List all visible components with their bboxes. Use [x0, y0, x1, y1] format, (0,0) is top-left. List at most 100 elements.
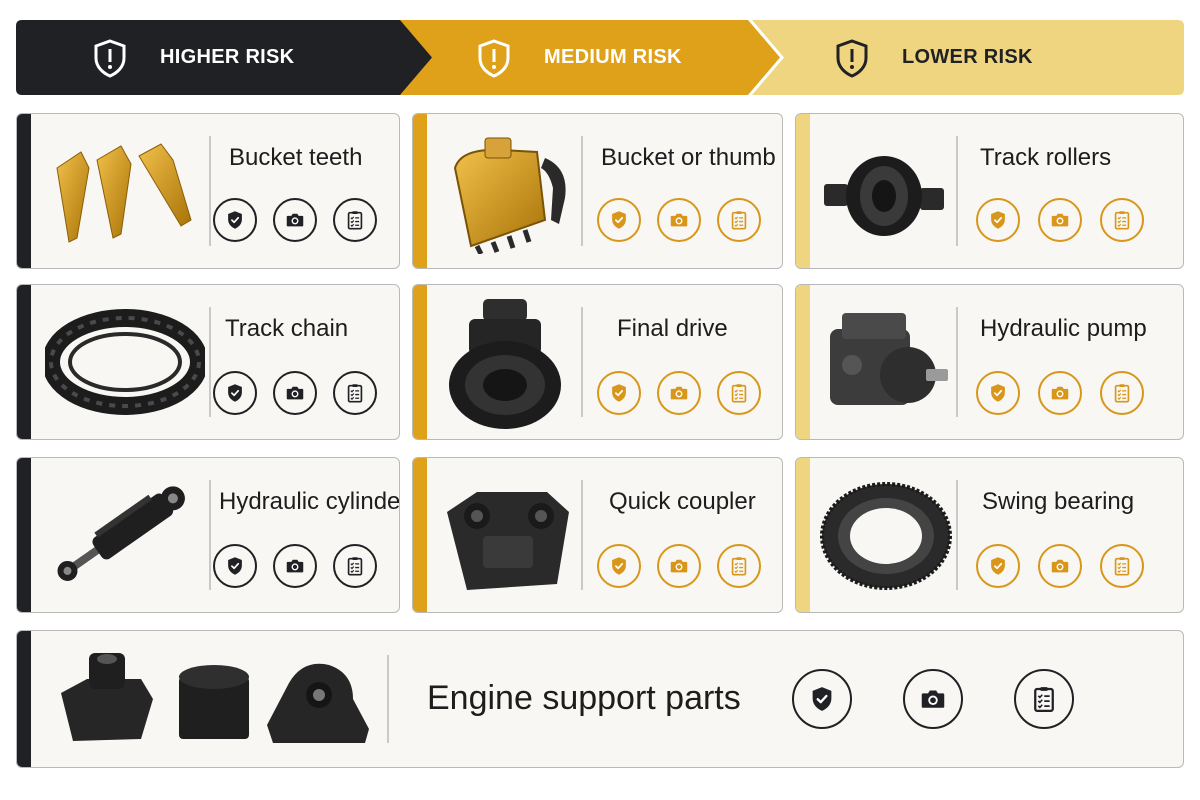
- part-name: Bucket teeth: [229, 144, 363, 171]
- photo-button[interactable]: [1038, 371, 1082, 415]
- part-card-engine-support[interactable]: Engine support parts: [16, 630, 1184, 768]
- shield-check-icon: [608, 555, 630, 577]
- bucket-thumb-image: [453, 137, 566, 254]
- part-card-bucket-teeth[interactable]: Bucket teeth: [16, 113, 400, 269]
- checklist-button[interactable]: [333, 544, 377, 588]
- verify-button[interactable]: [213, 544, 257, 588]
- risk-stripe-high: [17, 285, 31, 439]
- shield-check-icon: [807, 684, 837, 714]
- risk-stripe-high: [17, 458, 31, 612]
- verify-button[interactable]: [976, 198, 1020, 242]
- part-name: Hydraulic pump: [980, 315, 1147, 342]
- checklist-icon: [1029, 684, 1059, 714]
- photo-button[interactable]: [657, 198, 701, 242]
- risk-stripe-high: [17, 631, 31, 767]
- swing-bearing-image: [820, 482, 952, 590]
- photo-button[interactable]: [657, 371, 701, 415]
- engine-support-parts-image: [61, 653, 369, 743]
- card-divider: [581, 307, 583, 417]
- risk-stripe-low: [796, 458, 810, 612]
- part-card-hydraulic-cylinder[interactable]: Hydraulic cylinder: [16, 457, 400, 613]
- checklist-button[interactable]: [1100, 198, 1144, 242]
- photo-button[interactable]: [657, 544, 701, 588]
- verify-button[interactable]: [976, 371, 1020, 415]
- card-divider: [581, 480, 583, 590]
- hydraulic-pump-image: [830, 313, 948, 405]
- camera-icon: [1049, 555, 1071, 577]
- checklist-icon: [1111, 382, 1133, 404]
- card-divider: [209, 136, 211, 246]
- verify-button[interactable]: [213, 371, 257, 415]
- part-name: Quick coupler: [609, 488, 756, 515]
- part-card-final-drive[interactable]: Final drive: [412, 284, 783, 440]
- photo-button[interactable]: [273, 371, 317, 415]
- camera-icon: [1049, 382, 1071, 404]
- checklist-button[interactable]: [1100, 371, 1144, 415]
- photo-button[interactable]: [1038, 198, 1082, 242]
- risk-stripe-low: [796, 114, 810, 268]
- checklist-button[interactable]: [1014, 669, 1074, 729]
- camera-icon: [284, 555, 306, 577]
- checklist-button[interactable]: [717, 198, 761, 242]
- camera-icon: [918, 684, 948, 714]
- part-card-bucket-thumb[interactable]: Bucket or thumb: [412, 113, 783, 269]
- shield-check-icon: [608, 382, 630, 404]
- photo-button[interactable]: [273, 198, 317, 242]
- part-name: Bucket or thumb: [601, 144, 776, 171]
- verify-button[interactable]: [597, 198, 641, 242]
- part-name: Engine support parts: [427, 679, 741, 717]
- track-chain-image: [45, 309, 205, 415]
- part-name: Track chain: [225, 315, 349, 342]
- risk-header-medium: MEDIUM RISK: [400, 20, 780, 95]
- risk-stripe-high: [17, 114, 31, 268]
- checklist-button[interactable]: [1100, 544, 1144, 588]
- part-card-swing-bearing[interactable]: Swing bearing: [795, 457, 1184, 613]
- checklist-icon: [1111, 209, 1133, 231]
- camera-icon: [284, 209, 306, 231]
- shield-check-icon: [224, 209, 246, 231]
- part-name: Track rollers: [980, 144, 1112, 171]
- medium-risk-label: MEDIUM RISK: [544, 46, 682, 68]
- shield-check-icon: [987, 209, 1009, 231]
- card-divider: [209, 307, 211, 417]
- checklist-icon: [344, 555, 366, 577]
- checklist-button[interactable]: [717, 371, 761, 415]
- verify-button[interactable]: [597, 371, 641, 415]
- checklist-button[interactable]: [333, 198, 377, 242]
- verify-button[interactable]: [976, 544, 1020, 588]
- card-divider: [209, 480, 211, 590]
- shield-alert-icon: [830, 36, 874, 80]
- card-divider: [956, 307, 958, 417]
- verify-button[interactable]: [792, 669, 852, 729]
- track-rollers-image: [824, 156, 944, 236]
- part-card-quick-coupler[interactable]: Quick coupler: [412, 457, 783, 613]
- camera-icon: [1049, 209, 1071, 231]
- risk-stripe-medium: [413, 285, 427, 439]
- photo-button[interactable]: [903, 669, 963, 729]
- card-divider: [581, 136, 583, 246]
- checklist-icon: [728, 209, 750, 231]
- final-drive-image: [449, 299, 561, 429]
- bucket-teeth-image: [56, 143, 192, 243]
- photo-button[interactable]: [273, 544, 317, 588]
- checklist-icon: [344, 209, 366, 231]
- checklist-icon: [728, 555, 750, 577]
- quick-coupler-image: [447, 492, 569, 590]
- checklist-button[interactable]: [717, 544, 761, 588]
- card-divider: [387, 655, 389, 743]
- shield-check-icon: [224, 382, 246, 404]
- verify-button[interactable]: [597, 544, 641, 588]
- photo-button[interactable]: [1038, 544, 1082, 588]
- shield-check-icon: [224, 555, 246, 577]
- high-risk-label: HIGHER RISK: [160, 46, 295, 68]
- camera-icon: [668, 555, 690, 577]
- part-card-track-chain[interactable]: Track chain: [16, 284, 400, 440]
- part-card-hydraulic-pump[interactable]: Hydraulic pump: [795, 284, 1184, 440]
- checklist-button[interactable]: [333, 371, 377, 415]
- part-card-track-rollers[interactable]: Track rollers: [795, 113, 1184, 269]
- camera-icon: [668, 209, 690, 231]
- low-risk-label: LOWER RISK: [902, 46, 1033, 68]
- verify-button[interactable]: [213, 198, 257, 242]
- checklist-icon: [728, 382, 750, 404]
- checklist-icon: [1111, 555, 1133, 577]
